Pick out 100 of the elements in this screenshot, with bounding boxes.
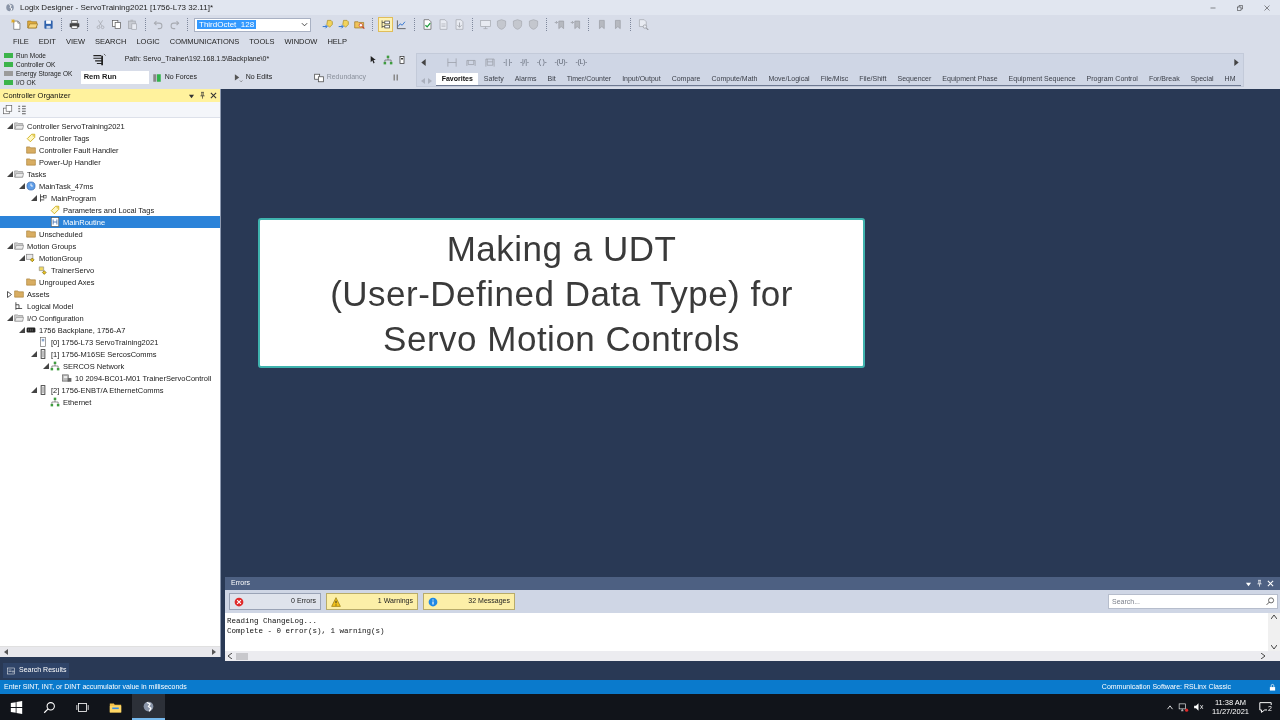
- network-icon: [50, 397, 60, 407]
- save-button[interactable]: [41, 17, 56, 32]
- tree-toggle-icon[interactable]: [6, 171, 13, 177]
- tree-toggle-icon[interactable]: [42, 363, 49, 369]
- open-folder-icon: [14, 313, 24, 323]
- new-file-button[interactable]: [9, 17, 24, 32]
- scroll-right-icon[interactable]: [1234, 59, 1239, 66]
- error-icon: [234, 596, 244, 607]
- tree-toggle-icon[interactable]: [30, 195, 37, 201]
- printer-button[interactable]: [67, 17, 82, 32]
- open-folder-icon: [14, 241, 24, 251]
- scroll-up-icon[interactable]: [1271, 615, 1277, 619]
- copy-icon: [111, 19, 122, 30]
- io-module-icon: [38, 385, 48, 395]
- info-icon: [428, 596, 438, 607]
- tag-icon: [26, 133, 36, 143]
- rung-icon: [445, 57, 458, 68]
- tree-view-button[interactable]: [378, 17, 393, 32]
- warning-icon: [331, 596, 341, 607]
- line-chart-button[interactable]: [394, 17, 409, 32]
- tag-arrow-icon: [322, 19, 333, 30]
- tree-toggle-icon[interactable]: [18, 327, 25, 333]
- new-file-icon: [11, 19, 22, 30]
- search-results-icon: [6, 666, 16, 675]
- pin-icon[interactable]: [199, 91, 206, 100]
- app-logo-icon: [5, 2, 15, 13]
- copy-button[interactable]: [109, 17, 124, 32]
- open-folder-icon: [14, 121, 24, 131]
- chevron-up-icon[interactable]: [1166, 704, 1174, 710]
- scroll-left-icon[interactable]: [421, 59, 427, 66]
- module-icon[interactable]: [398, 54, 407, 65]
- open-folder-icon: [14, 169, 24, 179]
- tree-toggle-icon[interactable]: [6, 123, 13, 129]
- scroll-left-icon[interactable]: [228, 653, 232, 659]
- scroll-right-icon[interactable]: [212, 649, 216, 655]
- horizontal-scrollbar[interactable]: [0, 646, 220, 657]
- line-chart-icon: [396, 19, 407, 30]
- clock-icon: [26, 181, 36, 191]
- routine-document-icon: [50, 217, 60, 227]
- save-icon: [43, 19, 54, 30]
- open-folder-icon: [27, 19, 38, 30]
- close-icon[interactable]: [210, 92, 217, 99]
- monitor-icon: [480, 19, 491, 30]
- stacked-squares-icon[interactable]: [3, 104, 13, 115]
- scroll-down-icon[interactable]: [1271, 645, 1277, 649]
- undo-icon: [153, 19, 164, 30]
- linked-squares-icon[interactable]: [313, 72, 324, 83]
- key-switch-icon: [91, 52, 107, 67]
- tree-toggle-icon[interactable]: [18, 183, 25, 189]
- io-module-icon: [38, 349, 48, 359]
- document-arrow-icon: [454, 19, 465, 30]
- branch-icon: [464, 57, 477, 68]
- shield-icon: [528, 19, 539, 30]
- vertical-scrollbar[interactable]: [1268, 613, 1280, 651]
- scissors-icon: [95, 19, 106, 30]
- scroll-left-icon[interactable]: [4, 649, 8, 655]
- branch-level-icon: [483, 57, 496, 68]
- redo-icon: [169, 19, 180, 30]
- windows-logo-icon: [10, 700, 23, 714]
- window-title: Logix Designer - ServoTraining2021 [1756-L73 32.11]*: [20, 2, 213, 13]
- network-icon[interactable]: [1178, 702, 1189, 712]
- close-icon: [1262, 3, 1271, 12]
- tree-toggle-icon[interactable]: [18, 255, 25, 261]
- backplane-icon: [26, 325, 36, 335]
- dropdown-icon[interactable]: [188, 92, 195, 99]
- double-bar-icon[interactable]: [391, 73, 400, 82]
- motion-group-icon: [26, 253, 36, 263]
- document-search-icon: [638, 19, 649, 30]
- horizontal-scrollbar[interactable]: [225, 651, 1280, 661]
- tree-toggle-icon[interactable]: [7, 290, 12, 298]
- folder-icon: [109, 700, 122, 714]
- scroll-right-icon[interactable]: [1261, 653, 1265, 659]
- app-button[interactable]: [132, 694, 165, 720]
- document-check-icon: [422, 19, 433, 30]
- processor-module-icon: [38, 337, 48, 347]
- speaker-icon[interactable]: [1193, 702, 1204, 712]
- play-dropdown-icon[interactable]: [232, 72, 243, 83]
- bookmark-icon: [596, 19, 607, 30]
- folder-search-icon: [354, 19, 365, 30]
- servo-drive-icon: [62, 373, 72, 383]
- task-view-icon: [76, 700, 89, 714]
- bookmark-arrow-icon: [554, 19, 565, 30]
- search-icon[interactable]: [1266, 597, 1275, 606]
- scrollbar-thumb[interactable]: [236, 652, 248, 660]
- tree-toggle-icon[interactable]: [30, 351, 37, 357]
- tree-toggle-icon[interactable]: [6, 243, 13, 249]
- axis-icon: [38, 265, 48, 275]
- network-icon: [50, 361, 60, 371]
- document-check-button[interactable]: [420, 17, 435, 32]
- printer-icon: [69, 19, 80, 30]
- dropdown-icon[interactable]: [1245, 580, 1252, 587]
- title-card-text: Making a UDT (User-Defined Data Type) for Servo Motion Controls: [330, 227, 793, 360]
- search-icon: [43, 700, 56, 714]
- indicator-light-icon[interactable]: [151, 72, 162, 83]
- list-icon[interactable]: [17, 104, 27, 115]
- tree-view-icon: [380, 19, 391, 30]
- tree-toggle-icon[interactable]: [6, 315, 13, 321]
- hierarchy-icon: [14, 301, 24, 311]
- clipboard-icon: [127, 19, 138, 30]
- tree-toggle-icon[interactable]: [30, 387, 37, 393]
